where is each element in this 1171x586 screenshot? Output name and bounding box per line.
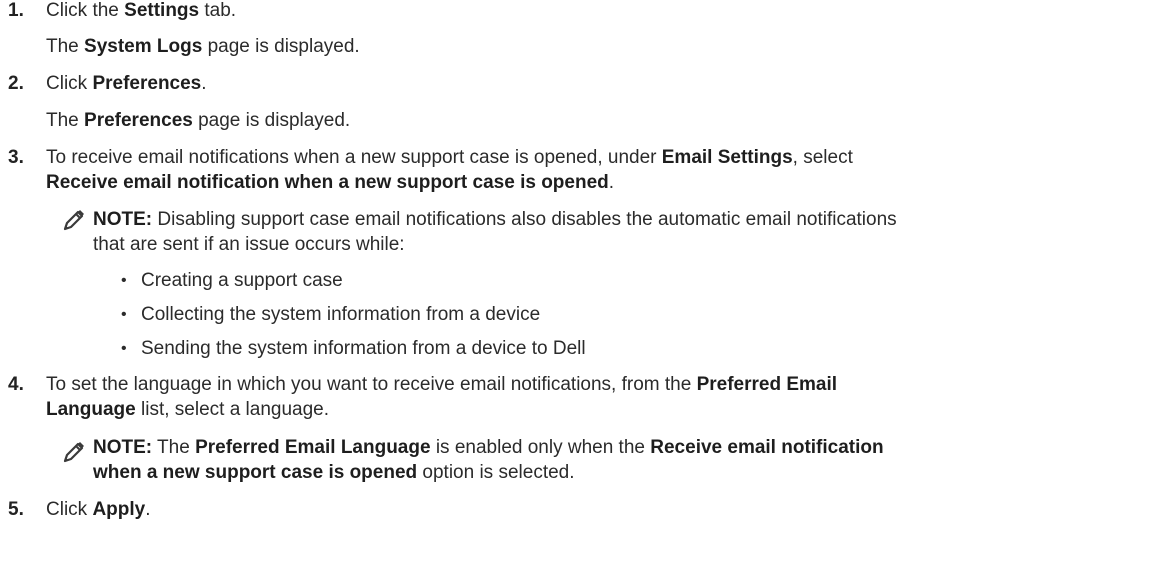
step-2-text: Click Preferences.: [46, 73, 207, 94]
bullet-dot: •: [121, 306, 127, 323]
step-1-result: The System Logs page is displayed.: [46, 36, 360, 57]
step-3-text-line2: Receive email notification when a new su…: [46, 172, 615, 193]
bullet-dot: •: [121, 272, 127, 289]
step-3-text-line1: To receive email notifications when a ne…: [46, 147, 853, 168]
pencil-note-icon: [63, 210, 84, 231]
note-2-line2: when a new support case is opened option…: [93, 462, 575, 483]
step-5-number: 5.: [8, 499, 24, 520]
step-2-result: The Preferences page is displayed.: [46, 110, 351, 131]
note-1-bullet-2: Collecting the system information from a…: [141, 304, 541, 325]
step-2-number: 2.: [8, 73, 24, 94]
note-1-line1: NOTE: Disabling support case email notif…: [93, 209, 897, 230]
note-1-bullet-1: Creating a support case: [141, 270, 343, 291]
bullet-dot: •: [121, 340, 127, 357]
note-2-line1: NOTE: The Preferred Email Language is en…: [93, 437, 884, 458]
step-1-text: Click the Settings tab.: [46, 0, 237, 21]
procedure-document: 1. Click the Settings tab. The System Lo…: [0, 0, 1171, 586]
step-3-number: 3.: [8, 147, 24, 168]
apply-button-ref: Apply: [92, 499, 146, 520]
note-1-line2: that are sent if an issue occurs while:: [93, 234, 405, 255]
step-4-number: 4.: [8, 374, 24, 395]
step-5-text: Click Apply.: [46, 499, 151, 520]
step-4-text-line1: To set the language in which you want to…: [46, 374, 838, 395]
settings-tab-ref: Settings: [124, 0, 200, 21]
note-1-label: NOTE:: [93, 209, 153, 230]
note-1-bullet-3: Sending the system information from a de…: [141, 338, 586, 359]
pencil-note-icon: [63, 442, 84, 463]
step-1-number: 1.: [8, 0, 24, 21]
step-4-text-line2: Language list, select a language.: [46, 399, 330, 420]
note-2-label: NOTE:: [93, 437, 153, 458]
